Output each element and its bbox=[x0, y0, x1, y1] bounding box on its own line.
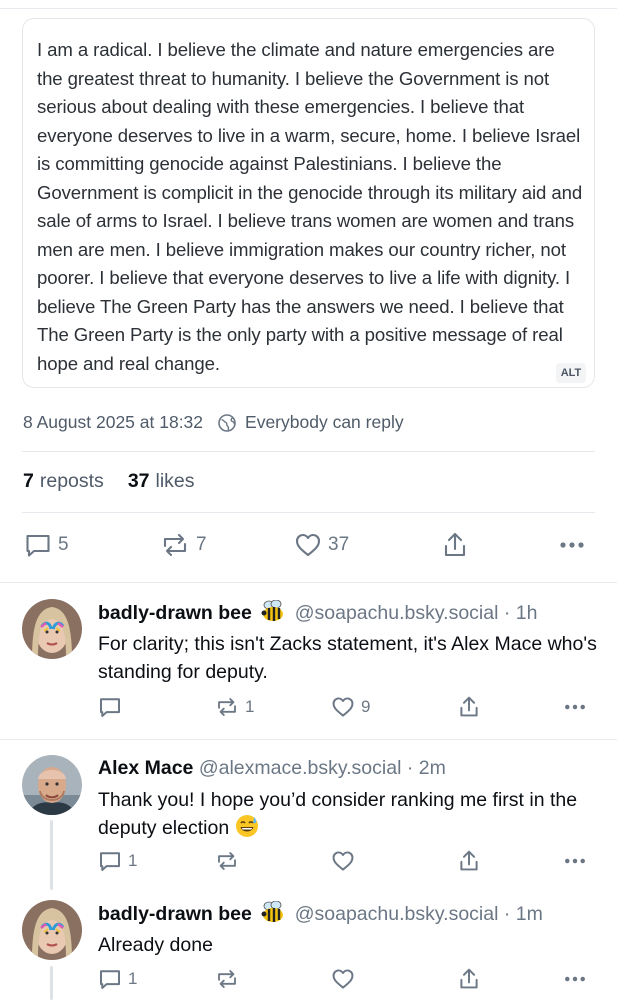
author-handle[interactable]: @soapachu.bsky.social bbox=[295, 903, 499, 925]
repost-icon bbox=[218, 970, 236, 988]
bee-emoji bbox=[261, 900, 285, 929]
post-timestamp: 8 August 2025 at 18:32 bbox=[23, 412, 204, 432]
globe-icon bbox=[217, 413, 237, 433]
alt-badge[interactable]: ALT bbox=[556, 363, 586, 383]
repost-button[interactable]: 7 bbox=[160, 531, 207, 559]
repost-button[interactable] bbox=[215, 849, 245, 873]
reply-post[interactable]: badly-drawn bee @soapachu.bsky.social · … bbox=[0, 583, 617, 739]
post-time[interactable]: 2m bbox=[419, 757, 446, 779]
heart-icon bbox=[332, 697, 354, 717]
more-options-button[interactable] bbox=[562, 849, 588, 873]
share-button[interactable] bbox=[458, 695, 480, 719]
reply-button[interactable]: 5 bbox=[24, 531, 69, 559]
more-icon bbox=[560, 542, 584, 548]
share-icon bbox=[460, 696, 478, 717]
repost-icon bbox=[163, 533, 187, 557]
like-count: 37 bbox=[328, 534, 350, 555]
repost-button[interactable]: 1 bbox=[215, 695, 254, 719]
repost-icon bbox=[218, 852, 236, 870]
like-button[interactable]: 9 bbox=[331, 695, 370, 719]
share-button[interactable] bbox=[442, 531, 468, 559]
reply-button[interactable]: 1 bbox=[98, 967, 137, 991]
author-name[interactable]: Alex Mace bbox=[98, 757, 193, 779]
avatar[interactable] bbox=[22, 900, 82, 960]
author-name[interactable]: badly-drawn bee bbox=[98, 903, 252, 925]
divider bbox=[22, 512, 595, 513]
post-time[interactable]: 1m bbox=[516, 903, 543, 925]
like-button[interactable] bbox=[331, 967, 361, 991]
reply-setting[interactable]: Everybody can reply bbox=[245, 412, 404, 433]
likes-stat[interactable]: 37 likes bbox=[128, 470, 195, 493]
share-button[interactable] bbox=[458, 849, 480, 873]
reply-actions: 1 9 bbox=[0, 695, 617, 725]
reply-header: Alex Mace @alexmace.bsky.social · 2m bbox=[98, 757, 446, 779]
reply-icon bbox=[26, 534, 50, 557]
heart-icon bbox=[332, 851, 354, 871]
like-button[interactable]: 37 bbox=[294, 531, 349, 559]
post-thread-view: I am a radical. I believe the climate an… bbox=[0, 0, 617, 1000]
more-options-button[interactable] bbox=[562, 695, 588, 719]
bee-emoji bbox=[261, 599, 285, 628]
share-icon bbox=[444, 532, 466, 557]
reply-text: Already done bbox=[98, 934, 213, 956]
more-icon bbox=[565, 858, 585, 864]
reply-icon bbox=[100, 970, 120, 989]
reply-header: badly-drawn bee @soapachu.bsky.social · … bbox=[98, 599, 597, 628]
share-icon bbox=[460, 968, 478, 989]
reply-icon bbox=[100, 852, 120, 871]
heart-icon bbox=[332, 969, 354, 989]
reply-post[interactable]: badly-drawn bee @soapachu.bsky.social · … bbox=[0, 890, 617, 1000]
image-text: I am a radical. I believe the climate an… bbox=[37, 39, 583, 374]
divider bbox=[22, 451, 595, 452]
avatar[interactable] bbox=[22, 755, 82, 815]
more-icon bbox=[565, 704, 585, 710]
more-options-button[interactable] bbox=[562, 967, 588, 991]
reply-button[interactable] bbox=[98, 695, 128, 719]
author-name[interactable]: badly-drawn bee bbox=[98, 602, 252, 624]
post-actions: 5 7 37 bbox=[0, 531, 617, 561]
reply-actions: 1 bbox=[0, 849, 617, 879]
avatar[interactable] bbox=[22, 599, 82, 659]
reply-button[interactable]: 1 bbox=[98, 849, 137, 873]
post-image[interactable]: I am a radical. I believe the climate an… bbox=[22, 18, 595, 388]
reply-icon bbox=[100, 698, 120, 717]
author-handle[interactable]: @soapachu.bsky.social bbox=[295, 602, 499, 624]
reply-text: For clarity; this isn't Zacks statement,… bbox=[98, 633, 597, 683]
reply-count: 5 bbox=[58, 534, 69, 555]
post-stats: 7 reposts 37 likes bbox=[23, 470, 219, 493]
reply-actions: 1 bbox=[0, 967, 617, 997]
reply-text: Thank you! I hope you’d consider ranking… bbox=[98, 786, 598, 846]
repost-icon bbox=[218, 698, 236, 716]
author-handle[interactable]: @alexmace.bsky.social bbox=[199, 757, 402, 779]
repost-count: 7 bbox=[196, 534, 207, 555]
top-divider bbox=[0, 8, 617, 9]
like-button[interactable] bbox=[331, 849, 361, 873]
share-icon bbox=[460, 850, 478, 871]
more-icon bbox=[565, 976, 585, 982]
repost-button[interactable] bbox=[215, 967, 245, 991]
heart-icon bbox=[295, 533, 321, 557]
reply-header: badly-drawn bee @soapachu.bsky.social · … bbox=[98, 900, 597, 929]
post-meta: 8 August 2025 at 18:32 Everybody can rep… bbox=[23, 412, 404, 433]
share-button[interactable] bbox=[458, 967, 480, 991]
sweat-smile-emoji bbox=[235, 814, 259, 846]
reposts-stat[interactable]: 7 reposts bbox=[23, 470, 104, 493]
more-options-button[interactable] bbox=[557, 531, 587, 559]
reply-post[interactable]: Alex Mace @alexmace.bsky.social · 2m Tha… bbox=[0, 740, 617, 890]
post-time[interactable]: 1h bbox=[516, 602, 538, 624]
